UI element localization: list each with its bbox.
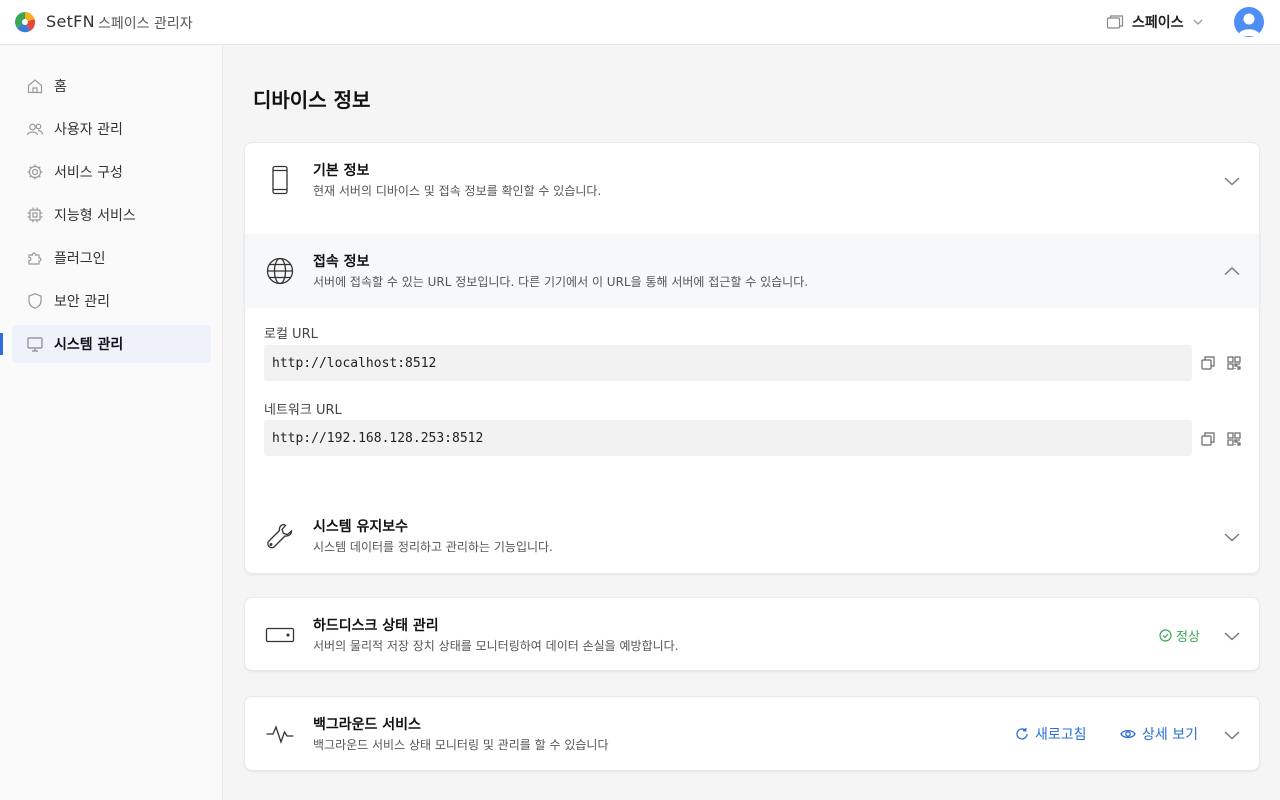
check-circle-icon bbox=[1159, 629, 1172, 642]
activity-icon bbox=[266, 725, 294, 745]
hard-drive-icon bbox=[265, 627, 295, 643]
space-icon bbox=[1106, 15, 1124, 29]
home-icon bbox=[27, 79, 43, 94]
sidebar-item-users[interactable]: 사용자 관리 bbox=[12, 110, 211, 148]
sidebar-item-system[interactable]: 시스템 관리 bbox=[0, 325, 211, 363]
sidebar: 홈 사용자 관리 서비스 구성 지능형 서비스 플러그인 보안 관리 시스템 관… bbox=[0, 46, 223, 800]
sidebar-item-label: 서비스 구성 bbox=[54, 165, 123, 181]
device-info-card: 기본 정보 현재 서버의 디바이스 및 접속 정보를 확인할 수 있습니다. 접… bbox=[244, 142, 1260, 574]
wrench-icon bbox=[267, 523, 293, 549]
local-url-label: 로컬 URL bbox=[264, 327, 318, 342]
globe-icon bbox=[266, 257, 294, 285]
sidebar-item-security[interactable]: 보안 관리 bbox=[12, 282, 211, 320]
sidebar-item-home[interactable]: 홈 bbox=[12, 67, 211, 105]
app-title: 스페이스 관리자 bbox=[98, 16, 193, 32]
access-info-header[interactable]: 접속 정보 서버에 접속할 수 있는 URL 정보입니다. 다른 기기에서 이 … bbox=[245, 234, 1259, 308]
shield-icon bbox=[28, 293, 42, 309]
gear-icon bbox=[27, 164, 43, 180]
refresh-button[interactable]: 새로고침 bbox=[1015, 724, 1087, 744]
access-info-title: 접속 정보 bbox=[313, 254, 370, 270]
monitor-icon bbox=[27, 337, 43, 352]
sidebar-item-label: 시스템 관리 bbox=[54, 337, 124, 353]
user-icon bbox=[1238, 13, 1260, 36]
copy-icon[interactable] bbox=[1200, 431, 1216, 447]
sidebar-item-label: 홈 bbox=[54, 79, 67, 95]
chevron-down-icon[interactable] bbox=[1223, 627, 1241, 645]
view-details-button-label: 상세 보기 bbox=[1142, 727, 1198, 743]
chip-icon bbox=[27, 207, 43, 223]
sidebar-item-label: 사용자 관리 bbox=[54, 122, 123, 138]
refresh-button-label: 새로고침 bbox=[1035, 727, 1087, 743]
local-url-field[interactable]: http://localhost:8512 bbox=[264, 345, 1192, 381]
basic-info-desc: 현재 서버의 디바이스 및 접속 정보를 확인할 수 있습니다. bbox=[313, 184, 602, 198]
copy-icon[interactable] bbox=[1200, 355, 1216, 371]
qr-code-icon[interactable] bbox=[1226, 355, 1242, 371]
view-details-button[interactable]: 상세 보기 bbox=[1120, 724, 1198, 744]
sidebar-item-label: 플러그인 bbox=[54, 251, 106, 267]
disk-status-badge: 정상 bbox=[1159, 626, 1200, 645]
chevron-down-icon[interactable] bbox=[1223, 172, 1241, 190]
disk-status-text: 정상 bbox=[1176, 630, 1200, 645]
background-services-desc: 백그라운드 서비스 상태 모니터링 및 관리를 할 수 있습니다 bbox=[313, 738, 609, 752]
background-services-card[interactable]: 백그라운드 서비스 백그라운드 서비스 상태 모니터링 및 관리를 할 수 있습… bbox=[244, 696, 1260, 771]
chevron-down-icon[interactable] bbox=[1223, 726, 1241, 744]
page-title: 디바이스 정보 bbox=[253, 88, 371, 112]
hard-disk-desc: 서버의 물리적 저장 장치 상태를 모니터링하여 데이터 손실을 예방합니다. bbox=[313, 639, 679, 653]
access-info-desc: 서버에 접속할 수 있는 URL 정보입니다. 다른 기기에서 이 URL을 통… bbox=[313, 275, 809, 289]
basic-info-header[interactable]: 기본 정보 현재 서버의 디바이스 및 접속 정보를 확인할 수 있습니다. bbox=[245, 143, 1259, 217]
top-bar: SetFN 스페이스 관리자 스페이스 bbox=[0, 0, 1280, 45]
space-selector[interactable]: 스페이스 bbox=[1106, 11, 1204, 33]
sidebar-item-service-config[interactable]: 서비스 구성 bbox=[12, 153, 211, 191]
local-url-value: http://localhost:8512 bbox=[272, 355, 437, 371]
eye-icon bbox=[1120, 729, 1136, 739]
hard-disk-title: 하드디스크 상태 관리 bbox=[313, 618, 439, 634]
background-services-title: 백그라운드 서비스 bbox=[313, 717, 421, 733]
sidebar-item-label: 지능형 서비스 bbox=[54, 208, 136, 224]
users-icon bbox=[26, 123, 44, 136]
chevron-up-icon[interactable] bbox=[1223, 262, 1241, 280]
sidebar-item-label: 보안 관리 bbox=[54, 294, 110, 310]
hard-disk-card[interactable]: 하드디스크 상태 관리 서버의 물리적 저장 장치 상태를 모니터링하여 데이터… bbox=[244, 597, 1260, 671]
maintenance-desc: 시스템 데이터를 정리하고 관리하는 기능입니다. bbox=[313, 540, 553, 554]
maintenance-header[interactable]: 시스템 유지보수 시스템 데이터를 정리하고 관리하는 기능입니다. bbox=[245, 499, 1259, 573]
refresh-icon bbox=[1016, 728, 1028, 740]
puzzle-icon bbox=[28, 252, 42, 265]
main-content: 디바이스 정보 기본 정보 현재 서버의 디바이스 및 접속 정보를 확인할 수… bbox=[224, 46, 1280, 800]
network-url-value: http://192.168.128.253:8512 bbox=[272, 430, 484, 446]
smartphone-icon bbox=[272, 165, 288, 195]
qr-code-icon[interactable] bbox=[1226, 431, 1242, 447]
brand-name: SetFN bbox=[46, 12, 95, 31]
setfn-logo-icon bbox=[14, 12, 36, 33]
sidebar-item-plugin[interactable]: 플러그인 bbox=[12, 239, 211, 277]
network-url-label: 네트워크 URL bbox=[264, 403, 342, 418]
sidebar-item-intelligent[interactable]: 지능형 서비스 bbox=[12, 196, 211, 234]
maintenance-title: 시스템 유지보수 bbox=[313, 519, 409, 535]
basic-info-title: 기본 정보 bbox=[313, 163, 370, 179]
user-avatar[interactable] bbox=[1234, 7, 1264, 37]
chevron-down-icon[interactable] bbox=[1223, 528, 1241, 546]
space-selector-label: 스페이스 bbox=[1132, 15, 1184, 31]
chevron-down-icon bbox=[1193, 19, 1202, 25]
network-url-field[interactable]: http://192.168.128.253:8512 bbox=[264, 420, 1192, 456]
